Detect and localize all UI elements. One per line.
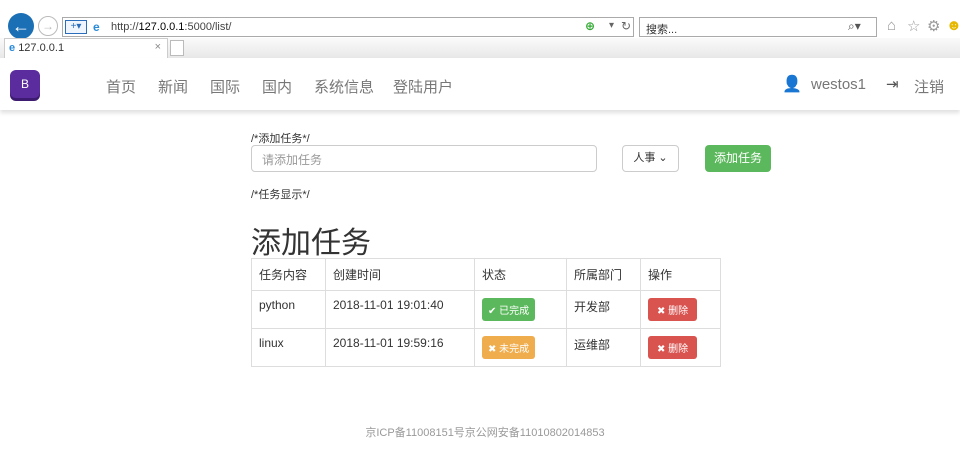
user-icon: 👤 (782, 76, 802, 93)
nav-domestic[interactable]: 国内 (262, 76, 292, 97)
browser-tab[interactable]: e 127.0.0.1 × (4, 38, 168, 58)
back-button[interactable]: ← (8, 13, 34, 39)
address-bar[interactable]: +▾ e http://127.0.0.1:5000/list/ ⊕ ▾ ↻ (62, 17, 634, 37)
delete-label: 删除 (668, 344, 689, 355)
smiley-icon[interactable]: ☻ (946, 17, 960, 34)
department-select[interactable]: 人事 ⌄ (622, 145, 679, 172)
home-icon[interactable]: ⌂ (887, 17, 896, 34)
header-status: 状态 (474, 258, 567, 291)
task-time: 2018-11-01 19:59:16 (325, 328, 475, 367)
dropdown-icon[interactable]: ▾ (609, 20, 614, 31)
shield-icon: +▾ (65, 20, 87, 34)
header-time: 创建时间 (325, 258, 475, 291)
nav-system-info[interactable]: 系统信息 (314, 76, 374, 97)
refresh-icon[interactable]: ↻ (621, 19, 631, 33)
ie-icon: e (93, 20, 100, 34)
task-table: 任务内容 创建时间 状态 所属部门 操作 python 2018-11-01 1… (251, 258, 721, 367)
status-badge[interactable]: ✔ 已完成 (482, 298, 536, 321)
close-icon: ✖ (657, 306, 666, 317)
navbar: B 首页 新闻 国际 国内 系统信息 登陆用户 👤 westos1 ⇥ 注销 (0, 58, 960, 110)
delete-button[interactable]: ✖ 删除 (648, 336, 698, 359)
tab-title: 127.0.0.1 (18, 42, 65, 54)
addon-icon[interactable]: ⊕ (585, 19, 595, 33)
task-content: python (251, 290, 326, 329)
status-badge[interactable]: ✖ 未完成 (482, 336, 536, 359)
close-icon: ✖ (657, 344, 666, 355)
task-input[interactable]: 请添加任务 (251, 145, 597, 172)
logout-link[interactable]: 注销 (914, 76, 944, 97)
task-department: 开发部 (566, 290, 641, 329)
new-tab-button[interactable] (170, 40, 184, 56)
settings-icon[interactable]: ⚙ (927, 17, 940, 35)
nav-logged-users[interactable]: 登陆用户 (393, 76, 453, 97)
nav-home[interactable]: 首页 (106, 76, 136, 97)
task-time: 2018-11-01 19:01:40 (325, 290, 475, 329)
header-department: 所属部门 (566, 258, 641, 291)
bootstrap-logo-icon[interactable]: B (10, 70, 40, 98)
close-icon: ✖ (488, 344, 497, 355)
task-department: 运维部 (566, 328, 641, 367)
task-content: linux (251, 328, 326, 367)
check-icon: ✔ (488, 306, 497, 317)
delete-button[interactable]: ✖ 删除 (648, 298, 698, 321)
search-box[interactable]: 搜索... ⌕▾ (639, 17, 877, 37)
status-label: 已完成 (499, 306, 530, 317)
header-content: 任务内容 (251, 258, 326, 291)
search-placeholder: 搜索... (646, 24, 678, 36)
header-action: 操作 (640, 258, 721, 291)
search-icon[interactable]: ⌕▾ (848, 19, 861, 34)
table-header: 任务内容 创建时间 状态 所属部门 操作 (251, 258, 721, 291)
forward-button[interactable]: → (38, 16, 58, 36)
status-label: 未完成 (499, 344, 530, 355)
delete-label: 删除 (668, 306, 689, 317)
department-value: 人事 (633, 152, 656, 164)
logout-icon: ⇥ (886, 76, 899, 93)
task-list-comment: /*任务显示*/ (251, 189, 310, 201)
table-row: python 2018-11-01 19:01:40 ✔ 已完成 开发部 ✖ 删… (251, 290, 721, 329)
nav-news[interactable]: 新闻 (158, 76, 188, 97)
ie-icon: e (9, 42, 16, 54)
page-title: 添加任务 (251, 227, 371, 260)
nav-international[interactable]: 国际 (210, 76, 240, 97)
url-text: http://127.0.0.1:5000/list/ (111, 21, 232, 33)
favorites-icon[interactable]: ☆ (907, 17, 920, 35)
username-link[interactable]: westos1 (811, 76, 866, 93)
footer-icp: 京ICP备11008151号京公网安备11010802014853 (365, 427, 605, 439)
main-content: /*添加任务*/ 请添加任务 人事 ⌄ 添加任务 /*任务显示*/ 添加任务 任… (251, 130, 771, 367)
add-task-comment: /*添加任务*/ (251, 133, 310, 145)
table-row: linux 2018-11-01 19:59:16 ✖ 未完成 运维部 ✖ 删除 (251, 328, 721, 367)
add-task-button[interactable]: 添加任务 (705, 145, 771, 172)
close-tab-icon[interactable]: × (155, 41, 161, 53)
tab-bar: e 127.0.0.1 × (0, 38, 960, 58)
chevron-down-icon: ⌄ (658, 152, 668, 164)
